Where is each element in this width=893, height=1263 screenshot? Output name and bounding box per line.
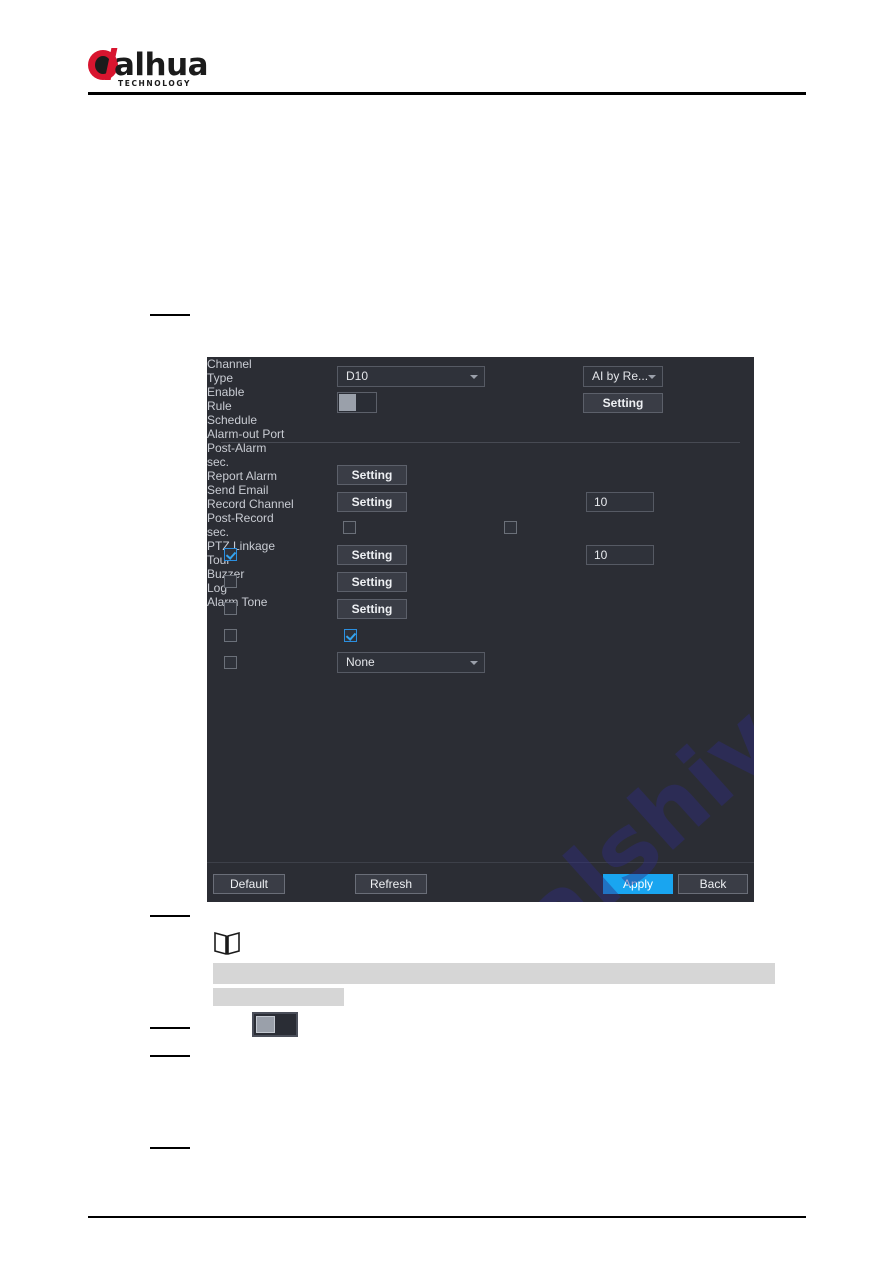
send-email-label: Send Email <box>207 483 269 497</box>
record-channel-label: Record Channel <box>207 497 294 511</box>
back-button[interactable]: Back <box>678 874 748 894</box>
alarm-tone-select[interactable]: None <box>337 652 485 673</box>
page-header: alhua TECHNOLOGY <box>0 0 893 96</box>
ptz-linkage-checkbox[interactable] <box>224 575 237 588</box>
inline-toggle-figure <box>252 1012 298 1037</box>
type-select[interactable]: AI by Re... <box>583 366 663 387</box>
note-book-icon <box>213 931 241 957</box>
post-record-label: Post-Record <box>207 511 274 525</box>
enable-toggle[interactable] <box>337 392 377 413</box>
redaction-line <box>150 1147 190 1149</box>
log-checkbox[interactable] <box>344 629 357 642</box>
channel-select[interactable]: D10 <box>337 366 485 387</box>
tour-checkbox[interactable] <box>224 602 237 615</box>
report-alarm-label: Report Alarm <box>207 469 278 483</box>
refresh-button[interactable]: Refresh <box>355 874 427 894</box>
schedule-setting-button[interactable]: Setting <box>337 465 407 485</box>
rule-setting-button[interactable]: Setting <box>583 393 663 413</box>
redaction-line <box>150 915 190 917</box>
brand-tagline: TECHNOLOGY <box>118 79 191 88</box>
brand-name: alhua <box>114 47 209 83</box>
section-divider <box>221 442 740 443</box>
log-label: Log <box>207 581 228 595</box>
tour-label: Tour <box>207 553 231 567</box>
channel-select-value: D10 <box>346 369 369 383</box>
report-alarm-checkbox[interactable] <box>343 521 356 534</box>
redacted-text-block <box>213 963 775 984</box>
alarm-tone-label: Alarm Tone <box>207 595 268 609</box>
post-record-unit: sec. <box>207 525 230 539</box>
alarm-out-setting-button[interactable]: Setting <box>337 492 407 512</box>
redaction-line <box>150 1055 190 1057</box>
buzzer-label: Buzzer <box>207 567 245 581</box>
dahua-logo: alhua TECHNOLOGY <box>88 47 278 88</box>
buzzer-checkbox[interactable] <box>224 629 237 642</box>
footer-divider <box>88 1216 806 1218</box>
post-alarm-unit: sec. <box>207 455 230 469</box>
toggle-knob <box>339 394 356 411</box>
toggle-knob <box>256 1016 275 1033</box>
alarm-tone-checkbox[interactable] <box>224 656 237 669</box>
default-button[interactable]: Default <box>213 874 285 894</box>
enable-label: Enable <box>207 385 245 399</box>
post-alarm-input[interactable]: 10 <box>586 492 654 512</box>
record-channel-checkbox[interactable] <box>224 548 237 561</box>
header-divider <box>88 92 806 95</box>
alarm-out-port-label: Alarm-out Port <box>207 427 285 441</box>
rule-label: Rule <box>207 399 232 413</box>
chevron-down-icon <box>470 375 478 379</box>
alarm-settings-dialog: Channel D10 Type AI by Re... Enable Rule… <box>207 357 754 902</box>
chevron-down-icon <box>648 375 656 379</box>
type-select-value: AI by Re... <box>592 369 649 383</box>
redaction-line <box>150 314 190 316</box>
record-channel-setting-button[interactable]: Setting <box>337 545 407 565</box>
dialog-footer: Default Refresh Apply Back <box>207 862 754 902</box>
redaction-line <box>150 1027 190 1029</box>
ptz-linkage-setting-button[interactable]: Setting <box>337 572 407 592</box>
ptz-linkage-label: PTZ Linkage <box>207 539 276 553</box>
apply-button[interactable]: Apply <box>603 874 673 894</box>
post-alarm-label: Post-Alarm <box>207 441 267 455</box>
post-record-input[interactable]: 10 <box>586 545 654 565</box>
tour-setting-button[interactable]: Setting <box>337 599 407 619</box>
chevron-down-icon <box>470 661 478 665</box>
redacted-text-block <box>213 988 344 1006</box>
alarm-tone-select-value: None <box>346 655 375 669</box>
schedule-label: Schedule <box>207 413 258 427</box>
send-email-checkbox[interactable] <box>504 521 517 534</box>
